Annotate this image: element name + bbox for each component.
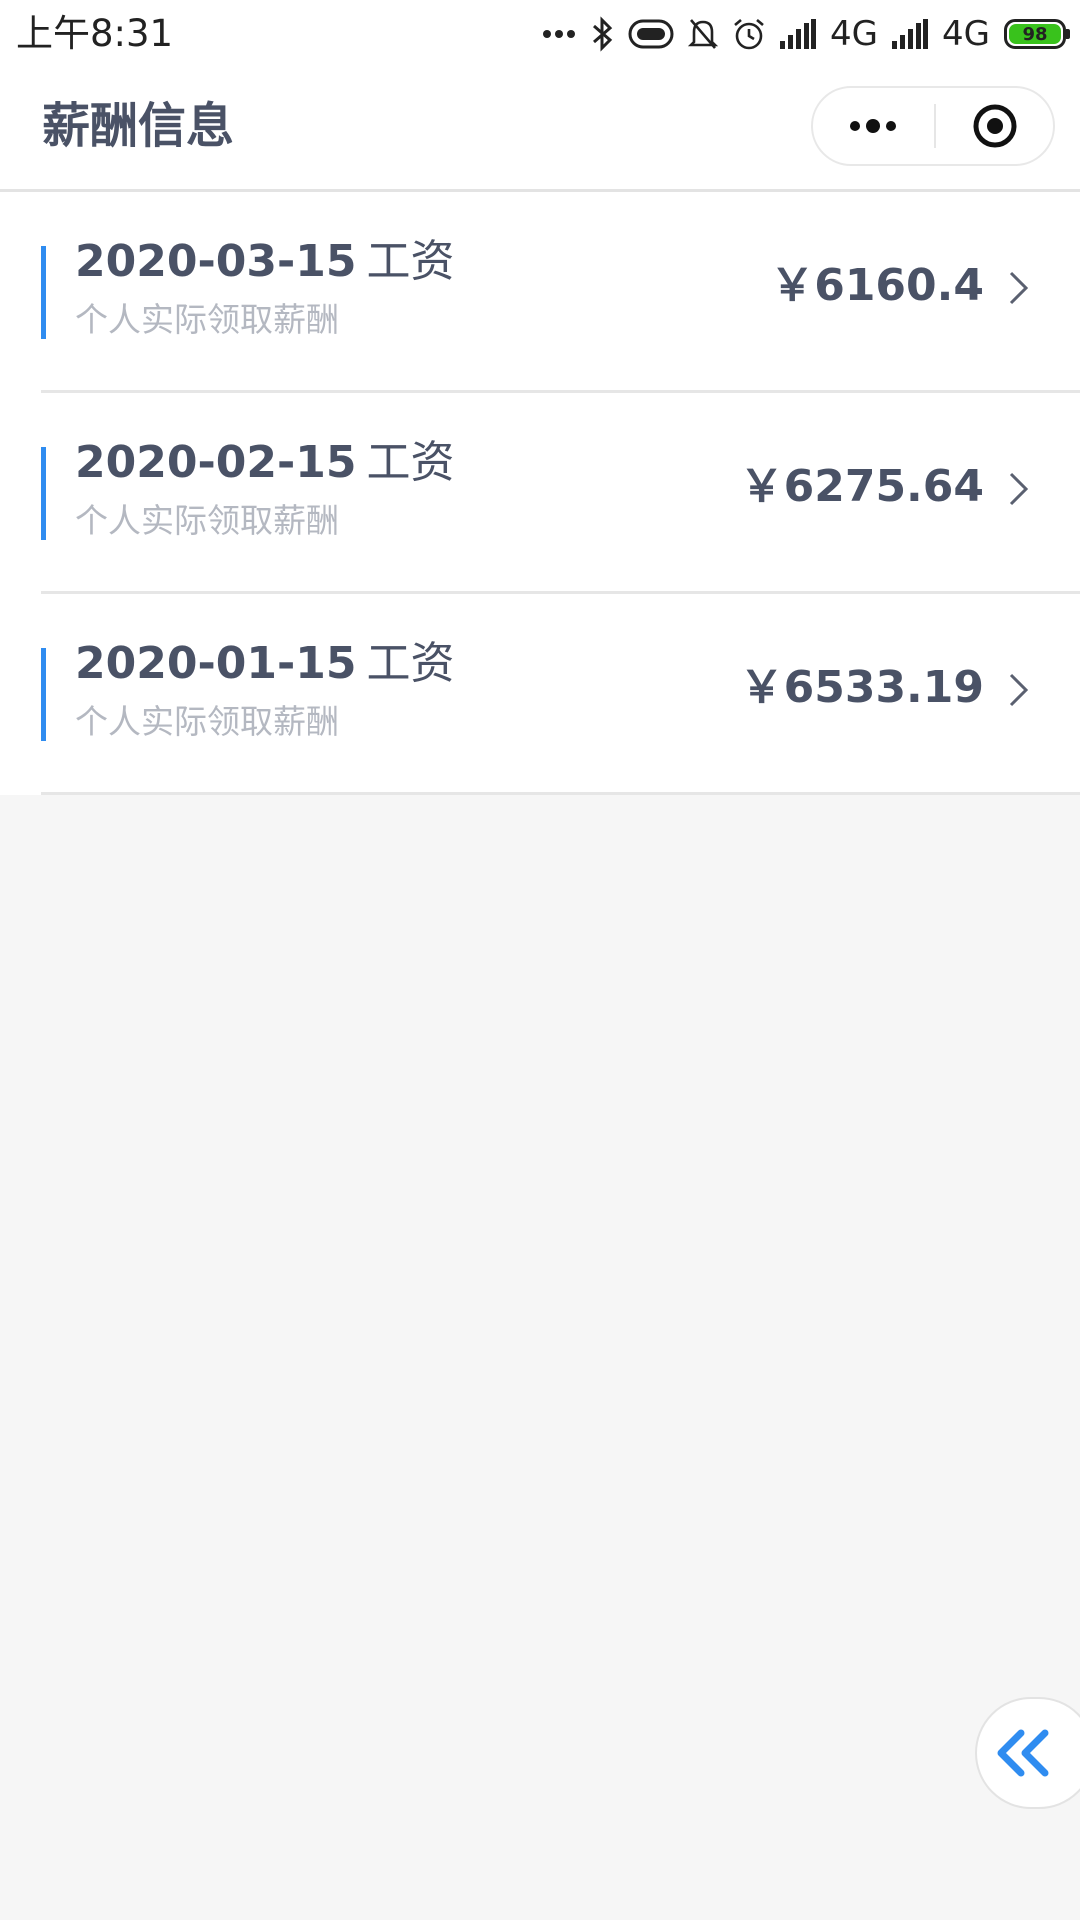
page-title: 薪酬信息 bbox=[42, 98, 235, 154]
status-icons: 4G 4G 98 bbox=[528, 10, 1070, 58]
target-close-icon bbox=[973, 104, 1016, 148]
nav-bar: 薪酬信息 bbox=[0, 68, 1080, 192]
salary-date: 2020-01-15 bbox=[75, 638, 357, 689]
salary-amount: ￥6533.19 bbox=[739, 662, 984, 713]
close-button[interactable] bbox=[936, 88, 1053, 164]
item-subtitle: 个人实际领取薪酬 bbox=[75, 702, 339, 741]
more-dots-icon bbox=[850, 119, 896, 133]
battery-level: 98 bbox=[1009, 24, 1061, 45]
item-title: 2020-02-15 工资 bbox=[75, 437, 454, 489]
salary-amount: ￥6160.4 bbox=[770, 260, 984, 311]
battery-icon: 98 bbox=[1004, 19, 1070, 49]
item-subtitle: 个人实际领取薪酬 bbox=[75, 300, 339, 339]
salary-type: 工资 bbox=[366, 437, 455, 488]
signal-icon bbox=[780, 19, 817, 49]
mute-bell-icon bbox=[688, 19, 719, 49]
salary-type: 工资 bbox=[366, 638, 455, 689]
status-bar: 上午8:31 4G 4G 98 bbox=[0, 0, 1080, 68]
more-dots-icon bbox=[543, 30, 576, 38]
salary-item[interactable]: 2020-01-15 工资 个人实际领取薪酬 ￥6533.19 bbox=[41, 594, 1080, 795]
chevron-right-icon bbox=[1009, 472, 1029, 506]
chevron-right-icon bbox=[1009, 271, 1029, 305]
salary-list: 2020-03-15 工资 个人实际领取薪酬 ￥6160.4 2020-02-15… bbox=[0, 192, 1080, 795]
salary-item[interactable]: 2020-03-15 工资 个人实际领取薪酬 ￥6160.4 bbox=[41, 192, 1080, 393]
item-subtitle: 个人实际领取薪酬 bbox=[75, 501, 339, 540]
alarm-icon bbox=[734, 19, 764, 50]
salary-amount: ￥6275.64 bbox=[739, 461, 984, 512]
salary-date: 2020-03-15 bbox=[75, 236, 357, 287]
bluetooth-icon bbox=[593, 16, 613, 52]
salary-type: 工资 bbox=[366, 236, 455, 287]
network-type: 4G bbox=[942, 14, 990, 54]
salary-date: 2020-02-15 bbox=[75, 437, 357, 488]
salary-item[interactable]: 2020-02-15 工资 个人实际领取薪酬 ￥6275.64 bbox=[41, 393, 1080, 594]
status-time: 上午8:31 bbox=[16, 12, 174, 55]
more-button[interactable] bbox=[813, 88, 933, 164]
mini-program-capsule bbox=[811, 86, 1055, 166]
item-accent-bar bbox=[41, 246, 46, 339]
nfc-icon bbox=[628, 19, 674, 49]
item-accent-bar bbox=[41, 648, 46, 741]
double-chevron-left-icon bbox=[997, 1729, 1049, 1777]
signal-icon bbox=[892, 19, 929, 49]
floating-back-button[interactable] bbox=[975, 1697, 1080, 1809]
item-title: 2020-03-15 工资 bbox=[75, 236, 454, 288]
item-accent-bar bbox=[41, 447, 46, 540]
item-title: 2020-01-15 工资 bbox=[75, 638, 454, 690]
chevron-right-icon bbox=[1009, 673, 1029, 707]
network-type: 4G bbox=[830, 14, 879, 54]
